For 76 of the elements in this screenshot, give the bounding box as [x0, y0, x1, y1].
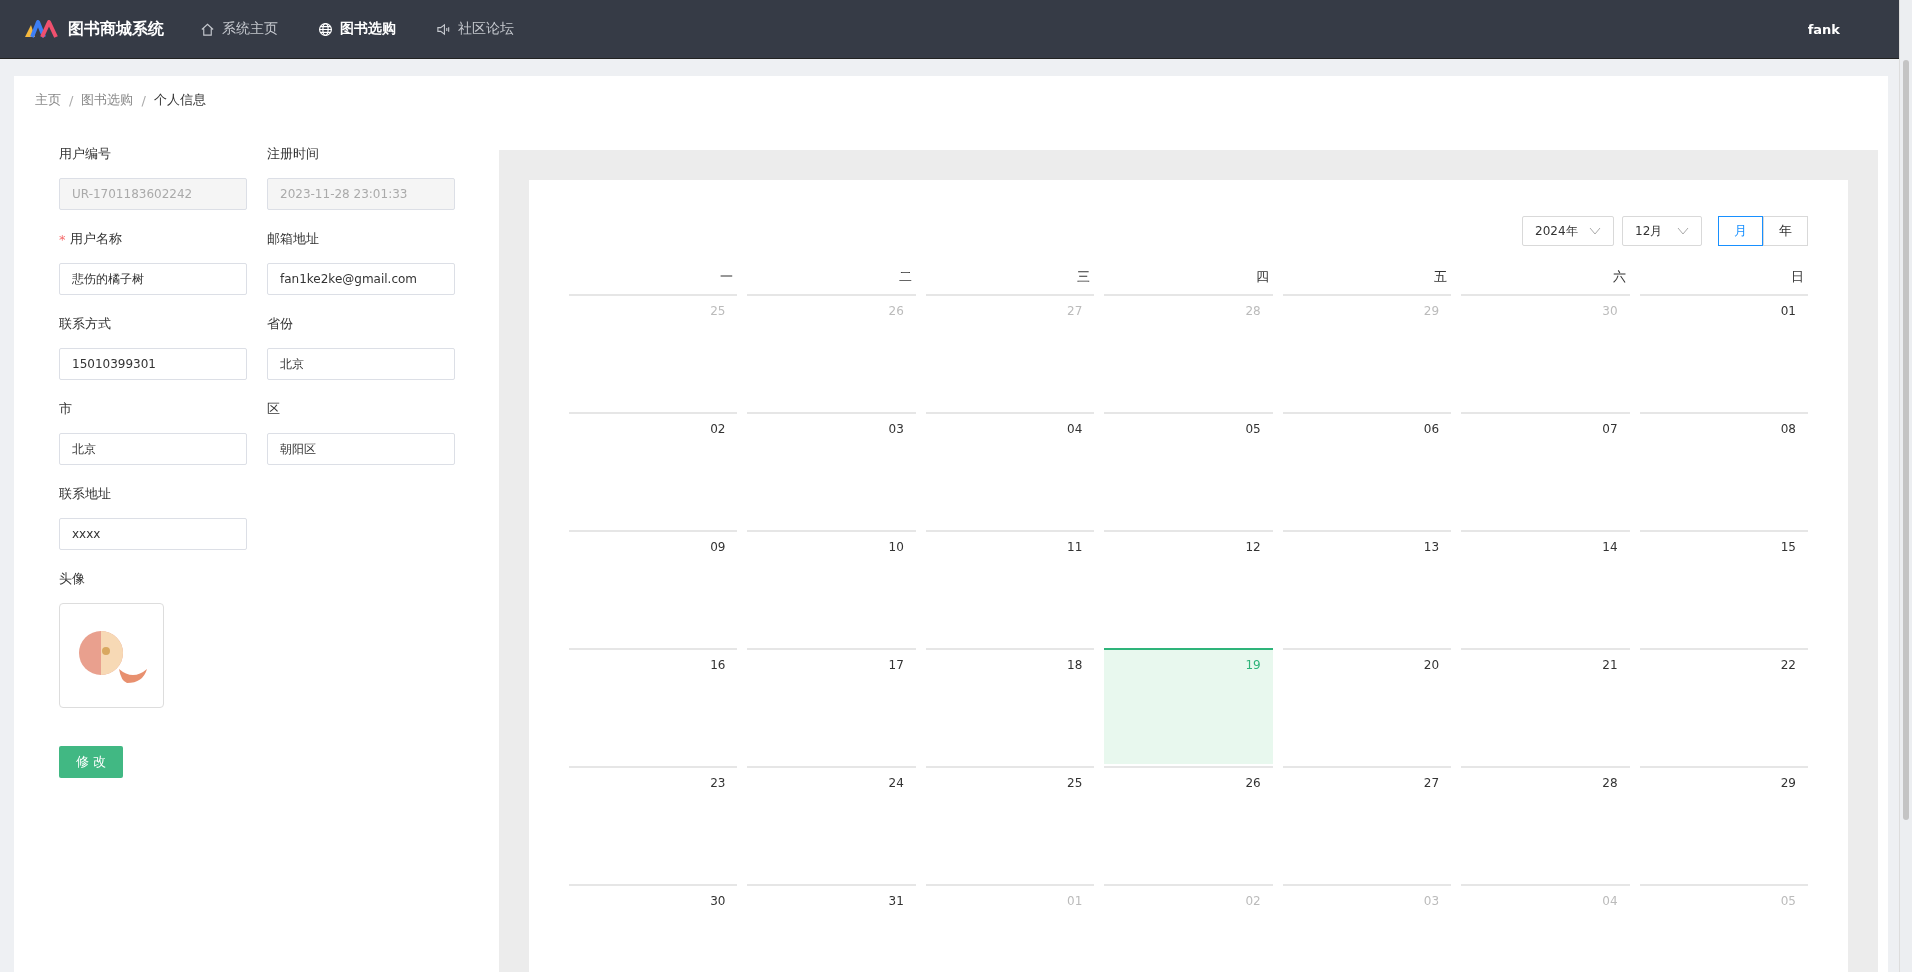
breadcrumb-item[interactable]: 图书选购	[81, 91, 134, 109]
logo-icon	[24, 20, 60, 38]
weekday-header: 二	[897, 268, 913, 286]
date-cell[interactable]: 29	[1639, 766, 1808, 882]
date-cell[interactable]: 09	[569, 530, 738, 646]
app-title: 图书商城系统	[68, 18, 164, 40]
weekday-header: 四	[1254, 268, 1270, 286]
field-label: 邮箱地址	[267, 230, 319, 248]
date-cell[interactable]: 16	[569, 648, 738, 764]
date-cell[interactable]: 26	[1104, 766, 1273, 882]
weekday-header: 五	[1433, 268, 1449, 286]
date-cell[interactable]: 31	[747, 884, 916, 972]
weekday-header: 一	[719, 268, 735, 286]
date-cell[interactable]: 07	[1461, 412, 1630, 528]
text-field[interactable]: 15010399301	[59, 348, 247, 380]
field-label: 用户编号	[59, 145, 111, 163]
scrollbar[interactable]	[1899, 0, 1912, 972]
date-cell[interactable]: 01	[1639, 294, 1808, 410]
month-select[interactable]: 12月	[1622, 216, 1702, 246]
user-name[interactable]: fank	[1807, 21, 1840, 37]
date-cell[interactable]: 05	[1104, 412, 1273, 528]
date-cell[interactable]: 10	[747, 530, 916, 646]
field-label: 市	[59, 400, 72, 418]
breadcrumb-item[interactable]: 主页	[35, 91, 61, 109]
date-cell[interactable]: 28	[1461, 766, 1630, 882]
field-label: 联系地址	[59, 485, 111, 503]
date-cell[interactable]: 02	[569, 412, 738, 528]
view-toggle[interactable]: 年	[1763, 216, 1808, 246]
required-mark: *	[59, 231, 66, 247]
date-cell[interactable]: 22	[1639, 648, 1808, 764]
date-cell[interactable]: 04	[925, 412, 1095, 528]
nav-link[interactable]: 系统主页	[200, 20, 278, 38]
text-field[interactable]: fan1ke2ke@gmail.com	[267, 263, 455, 295]
caret-icon	[1677, 227, 1689, 235]
breadcrumb-separator: /	[141, 92, 146, 108]
breadcrumb-item: 个人信息	[153, 91, 206, 109]
field-label: 省份	[267, 315, 293, 333]
weekday-header: 三	[1076, 268, 1092, 286]
breadcrumb-separator: /	[69, 92, 74, 108]
date-cell[interactable]: 12	[1104, 530, 1273, 646]
globe-icon	[318, 21, 333, 37]
speaker-icon	[436, 21, 451, 37]
text-field[interactable]: 北京	[267, 348, 455, 380]
weekday-header: 日	[1790, 268, 1805, 286]
date-cell[interactable]: 13	[1282, 530, 1452, 646]
field-label: 头像	[59, 570, 85, 588]
field-label: 联系方式	[59, 315, 111, 333]
nav-link[interactable]: 社区论坛	[436, 20, 514, 38]
date-cell[interactable]: 11	[925, 530, 1095, 646]
text-field[interactable]: 悲伤的橘子树	[59, 263, 247, 295]
date-cell[interactable]: 20	[1282, 648, 1452, 764]
weekday-header: 六	[1611, 268, 1627, 286]
date-cell[interactable]: 17	[747, 648, 916, 764]
field-label: 区	[267, 400, 280, 418]
date-cell[interactable]: 23	[569, 766, 738, 882]
date-cell[interactable]: 30	[569, 884, 738, 972]
avatar-upload[interactable]	[59, 603, 164, 708]
date-cell[interactable]: 27	[1282, 766, 1452, 882]
home-icon	[200, 21, 215, 37]
text-field[interactable]: 北京	[59, 433, 247, 465]
field-label: 用户名称	[69, 230, 122, 248]
text-field[interactable]: xxxx	[59, 518, 247, 550]
date-cell[interactable]: 14	[1461, 530, 1630, 646]
text-field[interactable]: 朝阳区	[267, 433, 455, 465]
nav-link[interactable]: 图书选购	[318, 20, 396, 38]
date-cell[interactable]: 08	[1639, 412, 1808, 528]
date-cell[interactable]: 21	[1461, 648, 1630, 764]
year-select[interactable]: 2024年	[1522, 216, 1614, 246]
caret-icon	[1589, 227, 1601, 235]
date-cell[interactable]: 03	[747, 412, 916, 528]
date-cell[interactable]: 18	[925, 648, 1095, 764]
date-cell[interactable]: 06	[1282, 412, 1452, 528]
field-label: 注册时间	[267, 145, 319, 163]
date-cell[interactable]: 15	[1639, 530, 1808, 646]
date-cell[interactable]: 24	[747, 766, 916, 882]
date-cell[interactable]: 25	[925, 766, 1095, 882]
